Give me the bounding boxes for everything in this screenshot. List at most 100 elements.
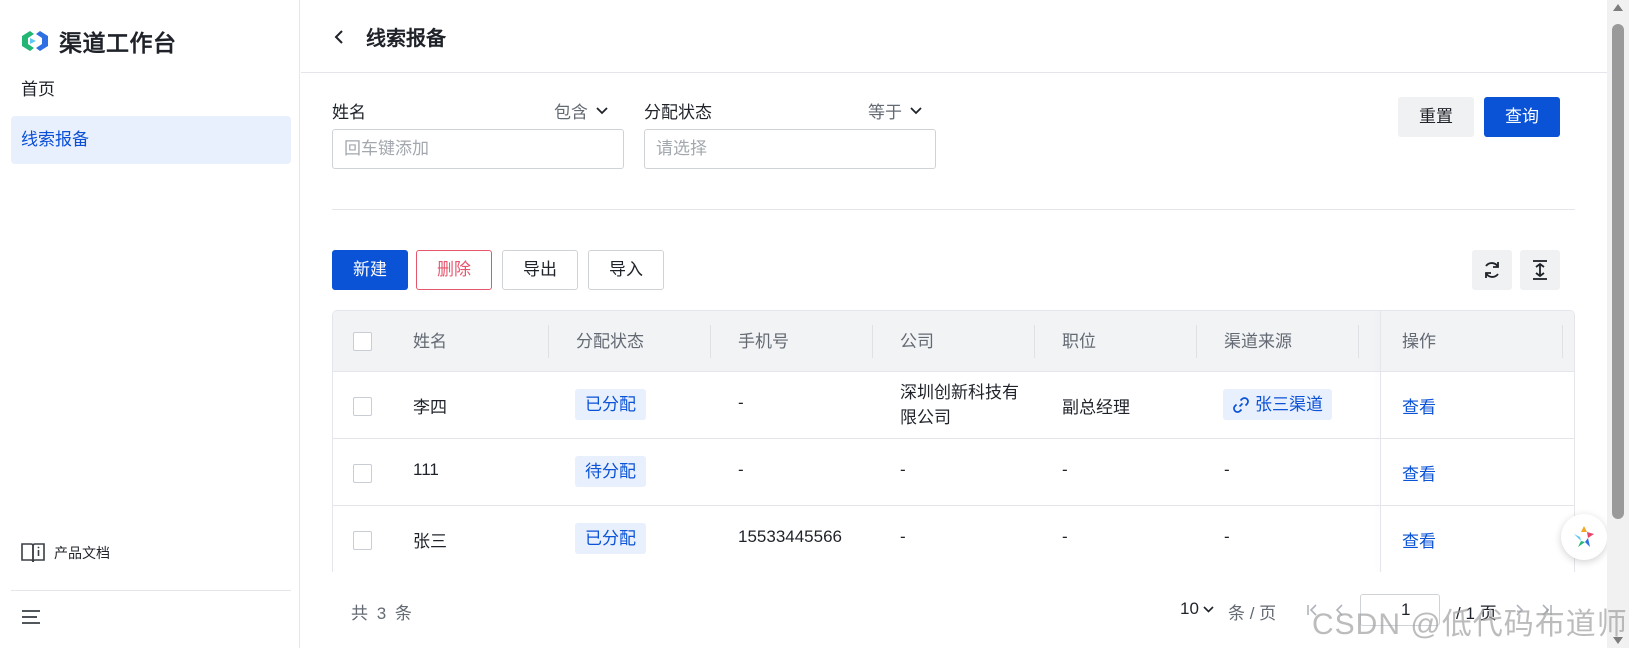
total-count: 共 3 条	[351, 604, 414, 623]
new-button[interactable]: 新建	[332, 250, 408, 290]
prev-page-button[interactable]	[1325, 594, 1355, 626]
fixed-column-divider	[1380, 311, 1381, 572]
cell-company: -	[900, 460, 906, 479]
cell-position: -	[1062, 460, 1068, 479]
view-link[interactable]: 查看	[1402, 460, 1436, 485]
first-page-icon	[1307, 604, 1317, 616]
chevron-down-icon	[910, 106, 922, 114]
sidebar-item-home[interactable]: 首页	[11, 66, 291, 114]
column-separator	[710, 325, 711, 358]
next-page-icon	[1516, 604, 1524, 616]
product-docs-label: 产品文档	[54, 545, 110, 561]
cell-company: 深圳创新科技有限公司	[900, 383, 1019, 427]
brand[interactable]: 渠道工作台	[20, 24, 177, 58]
filter-name-operator-label: 包含	[554, 103, 588, 122]
cell-position: 副总经理	[1062, 398, 1130, 417]
column-separator	[1358, 325, 1359, 358]
filter-name-label: 姓名	[332, 103, 366, 122]
per-page-label: 条 / 页	[1228, 604, 1277, 623]
row-checkbox[interactable]	[353, 397, 372, 416]
product-docs-link[interactable]: 产品文档	[20, 541, 110, 565]
column-separator	[872, 325, 873, 358]
cell-phone: -	[738, 393, 744, 412]
page-size-value: 10	[1180, 599, 1199, 618]
column-separator	[1034, 325, 1035, 358]
export-button[interactable]: 导出	[502, 250, 578, 290]
cell-name: 李四	[413, 398, 447, 417]
leads-table: 姓名 分配状态 手机号 公司 职位 渠道来源 操作 李四 已分配 - 深圳创新科…	[332, 310, 1575, 572]
filter-status-operator[interactable]: 等于	[868, 98, 922, 123]
page-scrollbar[interactable]	[1607, 0, 1629, 648]
table-row: 张三 已分配 15533445566 - - - 查看	[333, 506, 1574, 572]
menu-icon[interactable]	[21, 608, 41, 626]
row-checkbox[interactable]	[353, 464, 372, 483]
scroll-up-arrow[interactable]	[1613, 4, 1623, 11]
filter-status-select[interactable]	[644, 129, 936, 169]
current-page-input[interactable]	[1360, 594, 1440, 626]
density-button[interactable]	[1520, 250, 1560, 290]
chevron-down-icon	[1203, 605, 1214, 613]
filter-status-label: 分配状态	[644, 103, 712, 122]
column-header-position[interactable]: 职位	[1062, 311, 1096, 372]
page-title: 线索报备	[366, 28, 446, 50]
column-header-company[interactable]: 公司	[900, 311, 934, 372]
source-link-label: 张三渠道	[1255, 395, 1323, 414]
cell-company: -	[900, 527, 906, 546]
assistant-icon	[1574, 526, 1594, 547]
select-all-checkbox[interactable]	[353, 332, 372, 351]
first-page-button[interactable]	[1297, 594, 1327, 626]
next-page-button[interactable]	[1504, 594, 1534, 626]
filter-status-operator-label: 等于	[868, 103, 902, 122]
page-size-select[interactable]: 10	[1180, 599, 1214, 619]
refresh-icon	[1485, 262, 1499, 278]
scroll-thumb[interactable]	[1612, 24, 1624, 519]
column-separator	[1562, 325, 1563, 358]
scroll-down-arrow[interactable]	[1613, 637, 1623, 644]
link-icon	[1233, 396, 1249, 413]
filter-name-input[interactable]	[332, 129, 624, 169]
refresh-button[interactable]	[1472, 250, 1512, 290]
column-header-source[interactable]: 渠道来源	[1224, 311, 1292, 372]
cell-position: -	[1062, 527, 1068, 546]
cell-name: 111	[413, 460, 439, 479]
table-header: 姓名 分配状态 手机号 公司 职位 渠道来源 操作	[333, 311, 1574, 372]
column-header-status[interactable]: 分配状态	[576, 311, 644, 372]
cell-phone: -	[738, 460, 744, 479]
query-button[interactable]: 查询	[1484, 97, 1560, 137]
column-header-name[interactable]: 姓名	[413, 311, 447, 372]
reset-button[interactable]: 重置	[1398, 97, 1474, 137]
total-pages-label: / 1 页	[1456, 604, 1497, 623]
delete-button[interactable]: 删除	[416, 250, 492, 290]
column-height-icon	[1533, 260, 1547, 280]
table-row: 李四 已分配 - 深圳创新科技有限公司 副总经理 张三渠道 查看	[333, 372, 1574, 439]
brand-title: 渠道工作台	[59, 30, 177, 56]
page-header	[301, 0, 1629, 73]
sidebar-item-leads[interactable]: 线索报备	[11, 116, 291, 164]
view-link[interactable]: 查看	[1402, 527, 1436, 552]
cell-name: 张三	[413, 532, 447, 551]
view-link[interactable]: 查看	[1402, 393, 1436, 418]
cell-source: -	[1224, 460, 1230, 479]
cell-phone: 15533445566	[738, 527, 843, 546]
cell-source: -	[1224, 527, 1230, 546]
column-header-phone[interactable]: 手机号	[738, 311, 789, 372]
column-separator	[1196, 325, 1197, 358]
assistant-button[interactable]	[1561, 514, 1607, 560]
column-header-action: 操作	[1402, 332, 1436, 351]
brand-logo-icon	[22, 31, 48, 51]
book-icon	[21, 543, 45, 563]
last-page-icon	[1542, 604, 1552, 616]
row-checkbox[interactable]	[353, 531, 372, 550]
import-button[interactable]: 导入	[588, 250, 664, 290]
status-badge: 待分配	[575, 456, 646, 487]
source-link-badge[interactable]: 张三渠道	[1223, 389, 1332, 420]
status-badge: 已分配	[575, 389, 646, 420]
table-row: 111 待分配 - - - - 查看	[333, 439, 1574, 506]
column-separator	[548, 325, 549, 358]
sidebar: 渠道工作台 首页 线索报备 产品文档	[0, 0, 300, 648]
filter-divider	[332, 209, 1575, 210]
status-badge: 已分配	[575, 523, 646, 554]
filter-name-operator[interactable]: 包含	[554, 98, 608, 123]
chevron-left-icon[interactable]	[332, 28, 346, 46]
last-page-button[interactable]	[1532, 594, 1562, 626]
